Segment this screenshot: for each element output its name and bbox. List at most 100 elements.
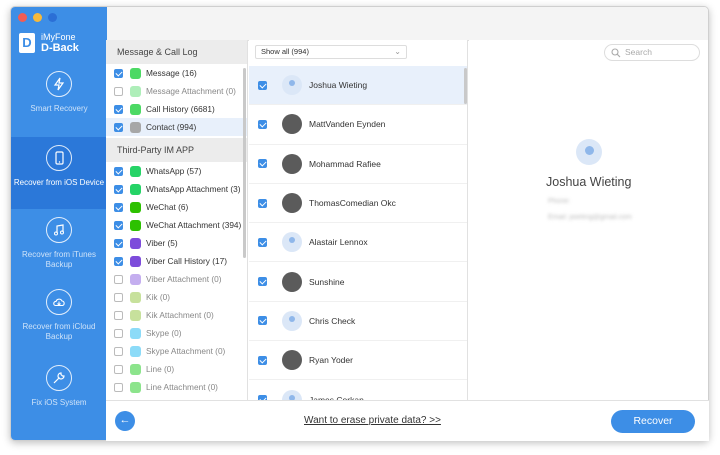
contact-name: MattVanden Eynden: [309, 119, 386, 130]
minimize-window-button[interactable]: [33, 13, 42, 22]
avatar: [282, 350, 302, 371]
app-icon: [130, 309, 141, 321]
contact-name: ThomasComedian Okc: [309, 198, 396, 209]
app-icon: [130, 237, 141, 249]
category-checkbox[interactable]: [114, 166, 123, 176]
category-checkbox[interactable]: [114, 122, 123, 132]
category-item[interactable]: Viber (5): [106, 234, 247, 252]
recover-button[interactable]: Recover: [611, 410, 695, 433]
contact-name: Ryan Yoder: [309, 355, 353, 366]
contact-checkbox[interactable]: [258, 237, 267, 247]
contact-row[interactable]: James Corkan: [249, 380, 467, 400]
category-item[interactable]: Contact (994): [106, 118, 247, 136]
category-checkbox[interactable]: [114, 202, 123, 212]
category-label: Message (16): [146, 68, 197, 78]
search-placeholder: Search: [625, 47, 652, 57]
back-button[interactable]: ←: [115, 411, 135, 431]
contact-row[interactable]: Mohammad Rafiee: [249, 145, 467, 184]
category-label: WhatsApp Attachment (3): [146, 184, 241, 194]
category-item[interactable]: Kik (0): [106, 288, 247, 306]
category-checkbox[interactable]: [114, 328, 123, 338]
contact-list-scrollbar[interactable]: [464, 68, 467, 104]
category-item[interactable]: Viber Attachment (0): [106, 270, 247, 288]
category-item[interactable]: WeChat (6): [106, 198, 247, 216]
category-item[interactable]: Kik Attachment (0): [106, 306, 247, 324]
category-item[interactable]: WeChat Attachment (394): [106, 216, 247, 234]
category-checkbox[interactable]: [114, 274, 123, 284]
contact-checkbox[interactable]: [258, 355, 267, 365]
category-item[interactable]: Call History (6681): [106, 100, 247, 118]
search-input[interactable]: Search: [604, 44, 700, 61]
app-icon: [130, 345, 141, 357]
nav-recover-icloud[interactable]: Recover from iCloud Backup: [11, 289, 107, 361]
category-checkbox[interactable]: [114, 310, 123, 320]
category-item[interactable]: Skype (0): [106, 324, 247, 342]
contact-row[interactable]: Sunshine: [249, 262, 467, 302]
avatar: [282, 193, 302, 214]
app-icon: [130, 103, 141, 115]
contact-checkbox[interactable]: [258, 316, 267, 326]
category-label: WhatsApp (57): [146, 166, 202, 176]
category-checkbox[interactable]: [114, 238, 123, 248]
nav-fix-ios[interactable]: Fix iOS System: [11, 365, 107, 437]
category-label: Skype Attachment (0): [146, 346, 226, 356]
close-window-button[interactable]: [18, 13, 27, 22]
erase-private-data-link[interactable]: Want to erase private data? >>: [304, 415, 441, 426]
contact-checkbox[interactable]: [258, 159, 267, 169]
category-item[interactable]: Viber Call History (17): [106, 252, 247, 270]
contact-row[interactable]: Joshua Wieting: [249, 66, 467, 106]
category-item[interactable]: WhatsApp (57): [106, 162, 247, 180]
category-checkbox[interactable]: [114, 86, 123, 96]
nav-recover-ios-device[interactable]: Recover from iOS Device: [11, 137, 107, 209]
category-checkbox[interactable]: [114, 382, 123, 392]
category-checkbox[interactable]: [114, 68, 123, 78]
avatar: [282, 310, 302, 331]
contact-checkbox[interactable]: [258, 80, 267, 90]
product-name: D-Back: [41, 42, 79, 54]
category-checkbox[interactable]: [114, 292, 123, 302]
contact-name: Alastair Lennox: [309, 237, 368, 248]
search-icon: [611, 48, 621, 58]
category-item[interactable]: Line Attachment (0): [106, 378, 247, 396]
category-item[interactable]: Line (0): [106, 360, 247, 378]
category-item[interactable]: Skype Attachment (0): [106, 342, 247, 360]
category-label: Skype (0): [146, 328, 182, 338]
nav-label: Recover from iCloud Backup: [22, 322, 96, 341]
category-label: WeChat Attachment (394): [146, 220, 242, 230]
nav-label: Smart Recovery: [30, 104, 88, 113]
sidebar: D iMyFone D-Back Smart Recovery Recover …: [11, 7, 107, 440]
category-checkbox[interactable]: [114, 220, 123, 230]
contact-row[interactable]: ThomasComedian Okc: [249, 184, 467, 224]
category-label: Line Attachment (0): [146, 382, 218, 392]
contact-row[interactable]: MattVanden Eynden: [249, 105, 467, 145]
contact-row[interactable]: Ryan Yoder: [249, 341, 467, 381]
filter-dropdown[interactable]: Show all (994) ⌄: [255, 45, 407, 59]
contact-row[interactable]: Chris Check: [249, 302, 467, 342]
zoom-window-button[interactable]: [48, 13, 57, 22]
category-label: Line (0): [146, 364, 175, 374]
category-label: Viber (5): [146, 238, 178, 248]
category-panel: Message & Call Log Message (16) Message A…: [106, 40, 248, 400]
category-scrollbar[interactable]: [243, 68, 246, 258]
app-icon: [130, 183, 141, 195]
category-checkbox[interactable]: [114, 104, 123, 114]
category-checkbox[interactable]: [114, 256, 123, 266]
category-item[interactable]: Message (16): [106, 64, 247, 82]
contact-checkbox[interactable]: [258, 119, 267, 129]
window-controls: [18, 13, 57, 22]
category-checkbox[interactable]: [114, 364, 123, 374]
app-icon: [130, 201, 141, 213]
category-item[interactable]: WhatsApp Attachment (3): [106, 180, 247, 198]
contact-row[interactable]: Alastair Lennox: [249, 223, 467, 263]
contact-checkbox[interactable]: [258, 198, 267, 208]
chevron-down-icon: ⌄: [394, 47, 401, 56]
category-item[interactable]: Message Attachment (0): [106, 82, 247, 100]
contact-checkbox[interactable]: [258, 277, 267, 287]
nav-smart-recovery[interactable]: Smart Recovery: [11, 71, 107, 143]
category-checkbox[interactable]: [114, 346, 123, 356]
category-group-header: Third-Party IM APP: [106, 138, 247, 162]
app-icon: [130, 291, 141, 303]
category-checkbox[interactable]: [114, 184, 123, 194]
nav-recover-itunes[interactable]: Recover from iTunes Backup: [11, 217, 107, 289]
app-icon: [130, 327, 141, 339]
